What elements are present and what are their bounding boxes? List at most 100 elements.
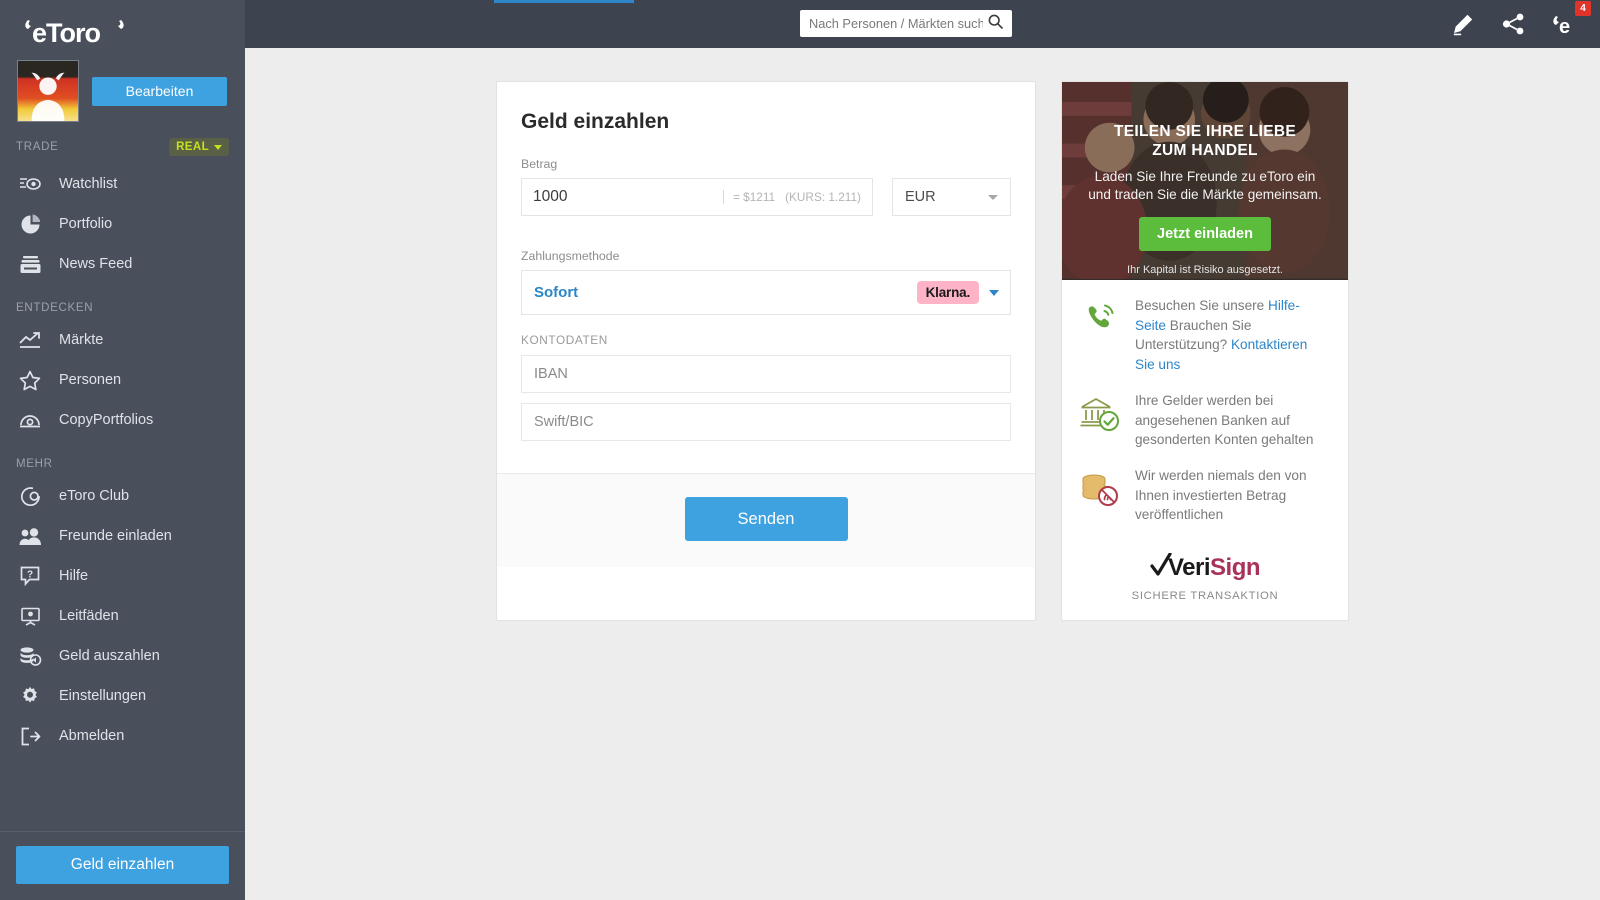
- sidebar-item-copyportfolios[interactable]: CopyPortfolios: [0, 400, 245, 440]
- discover-nav-group: Märkte Personen CopyPortfolios: [0, 320, 245, 440]
- bank-check-icon: [1078, 391, 1122, 435]
- sidebar-item-news-feed[interactable]: News Feed: [0, 244, 245, 284]
- trade-section-header: TRADE REAL: [0, 122, 245, 164]
- help-icon: ?: [17, 563, 43, 589]
- promo-title-line2: ZUM HANDEL: [1152, 142, 1258, 160]
- info-text-segregated-funds: Ihre Gelder werden bei angesehenen Banke…: [1135, 392, 1314, 448]
- verisign-veri: Veri: [1167, 554, 1211, 582]
- share-icon[interactable]: [1502, 13, 1525, 35]
- verisign-caption: SICHERE TRANSAKTION: [1131, 590, 1279, 603]
- coins-private-icon: [1078, 466, 1122, 510]
- sidebar-item-invite-friends[interactable]: Freunde einladen: [0, 516, 245, 556]
- sidebar-item-label: eToro Club: [59, 488, 130, 504]
- account-mode-badge[interactable]: REAL: [169, 138, 229, 156]
- sidebar-item-label: Personen: [59, 372, 122, 388]
- search-icon[interactable]: [988, 14, 1003, 34]
- currency-value: EUR: [904, 189, 936, 205]
- club-icon: [17, 483, 43, 509]
- compose-pencil-icon[interactable]: [1451, 12, 1475, 36]
- main-inner: Geld einzahlen Betrag = $1211 (KURS: 1.2…: [496, 81, 1349, 622]
- page-title: Geld einzahlen: [521, 110, 670, 133]
- sidebar-item-label: Hilfe: [59, 568, 89, 584]
- main-content: Geld einzahlen Betrag = $1211 (KURS: 1.2…: [245, 48, 1600, 900]
- currency-select[interactable]: EUR: [891, 178, 1011, 216]
- page-load-progress: [494, 0, 634, 3]
- sidebar-item-label: Märkte: [59, 332, 104, 348]
- sidebar-item-settings[interactable]: Einstellungen: [0, 676, 245, 716]
- sidebar-item-logout[interactable]: Abmelden: [0, 716, 245, 756]
- trade-nav-group: Watchlist Portfolio News Feed: [0, 164, 245, 284]
- swift-field[interactable]: [521, 403, 1011, 441]
- etoro-account-icon[interactable]: e 4: [1552, 1, 1591, 37]
- profile-row: Bearbeiten: [0, 50, 245, 122]
- account-details-label: KONTODATEN: [521, 333, 608, 347]
- amount-field[interactable]: = $1211 (KURS: 1.211): [521, 178, 873, 216]
- account-mode-label: REAL: [176, 141, 209, 153]
- search-box[interactable]: [800, 10, 1012, 37]
- content-area: e 4 Geld einzahlen Betrag: [245, 0, 1600, 900]
- notification-badge: 4: [1575, 1, 1591, 16]
- iban-field[interactable]: [521, 355, 1011, 393]
- search-input[interactable]: [809, 16, 983, 31]
- sidebar-item-people[interactable]: Personen: [0, 360, 245, 400]
- sidebar-item-withdraw[interactable]: Geld auszahlen: [0, 636, 245, 676]
- phone-support-icon: [1078, 296, 1122, 340]
- chevron-down-icon: [988, 194, 998, 200]
- deposit-card-body: Geld einzahlen Betrag = $1211 (KURS: 1.2…: [497, 82, 1035, 473]
- sidebar-item-portfolio[interactable]: Portfolio: [0, 204, 245, 244]
- top-bar: e 4: [245, 0, 1600, 48]
- sidebar-item-label: Geld auszahlen: [59, 648, 160, 664]
- info-item-support: Besuchen Sie unsere Hilfe-Seite Brauchen…: [1062, 280, 1348, 375]
- etoro-logo[interactable]: eToro: [0, 0, 245, 50]
- sidebar: eToro Bearbeiten TRADE REAL Watchlist Po…: [0, 0, 245, 900]
- withdraw-icon: [17, 643, 43, 669]
- chevron-down-icon: [214, 144, 222, 150]
- edit-profile-button[interactable]: Bearbeiten: [92, 76, 227, 106]
- trade-section-label: TRADE: [16, 141, 59, 153]
- amount-row: = $1211 (KURS: 1.211) EUR: [521, 178, 1011, 216]
- sidebar-footer: Geld einzahlen: [0, 831, 245, 900]
- sidebar-item-markets[interactable]: Märkte: [0, 320, 245, 360]
- submit-button[interactable]: Senden: [684, 497, 848, 541]
- people-star-icon: [17, 367, 43, 393]
- klarna-badge: Klarna.: [916, 281, 979, 304]
- amount-input[interactable]: [533, 188, 723, 206]
- chevron-down-icon[interactable]: [989, 289, 999, 296]
- promo-hero-content: TEILEN SIE IHRE LIEBE ZUM HANDEL Laden S…: [1062, 122, 1348, 276]
- verisign-logo: Veri Sign: [1150, 551, 1261, 584]
- verisign-sign: Sign: [1210, 554, 1261, 582]
- check-mark-icon: [1150, 552, 1172, 584]
- risk-disclaimer: Ihr Kapital ist Risiko ausgesetzt.: [1127, 263, 1283, 276]
- exchange-rate: (KURS: 1.211): [785, 190, 861, 204]
- deposit-card: Geld einzahlen Betrag = $1211 (KURS: 1.2…: [496, 81, 1036, 622]
- news-feed-icon: [17, 251, 43, 277]
- amount-label: Betrag: [521, 157, 558, 171]
- verisign-block: Veri Sign SICHERE TRANSAKTION: [1062, 525, 1348, 602]
- info-item-privacy: Wir werden niemals den von Ihnen investi…: [1062, 450, 1348, 525]
- converted-amount: = $1211: [733, 190, 776, 204]
- swift-input[interactable]: [534, 414, 998, 430]
- invite-now-button[interactable]: Jetzt einladen: [1139, 216, 1271, 251]
- sidebar-item-watchlist[interactable]: Watchlist: [0, 164, 245, 204]
- svg-text:eToro: eToro: [32, 18, 101, 46]
- payment-method-label: Zahlungsmethode: [521, 249, 620, 263]
- avatar[interactable]: [17, 60, 79, 122]
- info-text-support: Besuchen Sie unsere Hilfe-Seite Brauchen…: [1135, 296, 1330, 375]
- deposit-funds-button[interactable]: Geld einzahlen: [16, 846, 229, 884]
- more-nav-group: eToro Club Freunde einladen ? Hilfe Leit…: [0, 476, 245, 756]
- promo-title-line1: TEILEN SIE IHRE LIEBE: [1114, 123, 1296, 140]
- sidebar-item-etoro-club[interactable]: eToro Club: [0, 476, 245, 516]
- payment-method-select[interactable]: Sofort Klarna.: [521, 270, 1011, 315]
- sidebar-item-guides[interactable]: Leitfäden: [0, 596, 245, 636]
- promo-panel: TEILEN SIE IHRE LIEBE ZUM HANDEL Laden S…: [1061, 81, 1349, 622]
- guides-icon: [17, 603, 43, 629]
- gear-icon: [17, 683, 43, 709]
- etoro-app: eToro Bearbeiten TRADE REAL Watchlist Po…: [0, 0, 1600, 900]
- sidebar-item-help[interactable]: ? Hilfe: [0, 556, 245, 596]
- copyportfolios-icon: [17, 407, 43, 433]
- sidebar-item-label: Watchlist: [59, 176, 118, 192]
- top-bar-icons: e 4: [1451, 0, 1591, 48]
- support-prefix: Besuchen Sie unsere: [1135, 298, 1269, 313]
- iban-input[interactable]: [534, 366, 998, 382]
